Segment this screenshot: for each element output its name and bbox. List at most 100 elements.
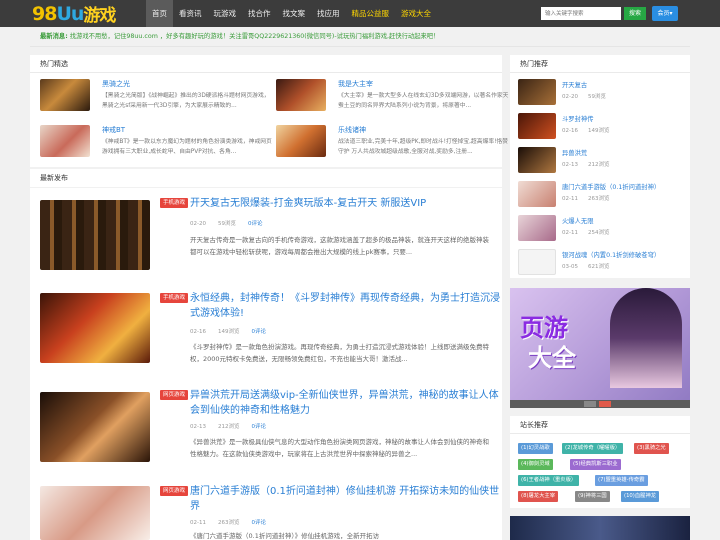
article-date: 02-16 — [190, 329, 206, 335]
rec-item[interactable]: 异兽洪荒 02-13 212浏览 — [518, 147, 688, 177]
article-thumbnail[interactable] — [40, 486, 150, 540]
rec-thumbnail[interactable] — [518, 113, 556, 139]
article-views: 59浏览 — [217, 221, 236, 227]
article-desc: 开天复古传奇是一款复古向的手机传奇游戏，这款游戏涵盖了超多的极品神装，就连开天这… — [190, 236, 489, 256]
article-thumbnail[interactable] — [40, 293, 150, 363]
rec-title[interactable]: 斗罗封神传 — [562, 114, 593, 123]
hot-item[interactable]: 乐线诸神 战法道三职业,完美十年,超级PK,即时战斗!打怪掉宝,超高爆率!恪赞守… — [276, 125, 512, 165]
tag-link[interactable]: (1)幻灵战歌 — [518, 443, 553, 454]
recommended-panel: 热门推荐 开天复古 02-20 59浏览 斗罗封神传 02-16 149浏览 异兽洪… — [510, 55, 690, 278]
game-thumbnail[interactable] — [40, 79, 90, 111]
bottom-promo-banner[interactable] — [510, 516, 690, 540]
article-card[interactable]: 手机游戏 开天复古无限爆装-打金爽玩版本-复古开天 新服送VIP 02-20 59… — [30, 188, 502, 290]
rec-item[interactable]: 唐门六道手游版（0.1折问道封神） 02-11 263浏览 — [518, 181, 688, 211]
article-comments[interactable]: 0评论 — [251, 424, 266, 430]
tag-link[interactable]: (10)血腥神龙 — [621, 491, 660, 502]
hot-item-title[interactable]: 乐线诸神 — [338, 125, 366, 135]
tag-link[interactable]: (9)神将三国 — [575, 491, 610, 502]
rec-meta: 02-16 149浏览 — [562, 126, 619, 134]
nav-item-news[interactable]: 看资讯 — [173, 0, 208, 27]
game-thumbnail[interactable] — [276, 125, 326, 157]
rec-title[interactable]: 唐门六道手游版（0.1折问道封神） — [562, 182, 660, 191]
category-badge[interactable]: 手机游戏 — [160, 293, 189, 303]
recommended-title: 热门推荐 — [510, 55, 690, 73]
hot-item-title[interactable]: 黑骑之光 — [102, 79, 130, 89]
category-badge[interactable]: 手机游戏 — [160, 198, 189, 208]
rec-item[interactable]: 火爆人无限 02-11 254浏览 — [518, 215, 688, 245]
article-thumbnail[interactable] — [40, 200, 150, 270]
banner-line-2: 大全 — [528, 344, 576, 372]
article-card[interactable]: 网页游戏 唐门六道手游版（0.1折问道封神）修仙挂机游 开拓探访未知的仙侠世界 … — [30, 476, 502, 540]
rec-thumbnail[interactable] — [518, 79, 556, 105]
article-title[interactable]: 唐门六道手游版（0.1折问道封神）修仙挂机游 开拓探访未知的仙侠世界 — [190, 484, 500, 514]
tag-link[interactable]: (8)屠龙大主宰 — [518, 491, 558, 502]
game-directory-banner[interactable]: 页游 大全 — [510, 288, 690, 408]
tag-link[interactable]: (3)黑骑之光 — [634, 443, 669, 454]
hot-item-title[interactable]: 我是大主宰 — [338, 79, 373, 89]
tag-link[interactable]: (2)龙城传奇（曜曜版） — [562, 443, 624, 454]
rec-title[interactable]: 开天复古 — [562, 80, 587, 89]
nav-item-welfare-servers[interactable]: 精品公益服 — [346, 0, 396, 27]
article-title[interactable]: 异兽洪荒开局送满级vip-全新仙侠世界，异兽洪荒，神秘的故事让人体会到仙侠的神奇… — [190, 388, 500, 418]
tag-link[interactable]: (6)王者战神（重炎版） — [518, 475, 580, 486]
member-menu-button[interactable]: 会员▾ — [652, 6, 678, 21]
hot-item-title[interactable]: 神戒BT — [102, 125, 125, 135]
ticker-text[interactable]: 找游戏不用愁，记住98uu.com ，好多有趣好玩的游戏！关注雷哥QQ22296… — [70, 33, 440, 40]
nav-item-games[interactable]: 玩游戏 — [208, 0, 243, 27]
hot-item[interactable]: 神戒BT 《神戒BT》是一款以东方魔幻为题材的角色扮演类游戏，神戒网页游戏拥有三… — [40, 125, 276, 165]
rec-meta: 02-11 263浏览 — [562, 194, 619, 202]
article-card[interactable]: 手机游戏 永恒经典，封神传奇！《斗罗封神传》再现传奇经典，为勇士打造沉浸式游戏体… — [30, 283, 502, 385]
rec-thumbnail[interactable] — [518, 215, 556, 241]
site-logo[interactable]: 98 Uu 游戏 — [32, 2, 116, 27]
game-thumbnail[interactable] — [276, 79, 326, 111]
rec-views: 149浏览 — [587, 128, 610, 134]
hot-picks-panel: 热门精选 黑骑之光 【黑骑之光简版】《战神崛起》推出的3D硬派格斗题材网页游戏，… — [30, 55, 508, 167]
article-title[interactable]: 开天复古无限爆装-打金爽玩版本-复古开天 新服送VIP — [190, 196, 500, 211]
article-views: 263浏览 — [217, 520, 240, 526]
article-comments[interactable]: 0评论 — [248, 221, 263, 227]
article-views: 149浏览 — [217, 329, 240, 335]
pager-dot-active[interactable] — [599, 401, 611, 407]
nav-item-game-directory[interactable]: 游戏大全 — [395, 0, 437, 27]
article-comments[interactable]: 0评论 — [251, 520, 266, 526]
tag-link[interactable]: (7)盟重英雄-传奇霸 — [595, 475, 648, 486]
latest-title: 最新发布 — [40, 174, 68, 182]
nav-item-apps[interactable]: 找应用 — [311, 0, 346, 27]
rec-views: 59浏览 — [587, 94, 606, 100]
category-badge[interactable]: 网页游戏 — [160, 486, 189, 496]
rec-date: 02-11 — [562, 196, 578, 202]
nav-item-cooperation[interactable]: 找合作 — [242, 0, 277, 27]
rec-thumbnail[interactable] — [518, 147, 556, 173]
rec-date: 03-05 — [562, 264, 578, 270]
nav-item-copywriting[interactable]: 找文案 — [277, 0, 312, 27]
nav-item-home[interactable]: 首页 — [146, 0, 173, 27]
search-input[interactable] — [541, 7, 621, 20]
game-thumbnail[interactable] — [40, 125, 90, 157]
category-badge[interactable]: 网页游戏 — [160, 390, 189, 400]
tag-link[interactable]: (4)御剑灵域 — [518, 459, 553, 470]
article-card[interactable]: 网页游戏 异兽洪荒开局送满级vip-全新仙侠世界，异兽洪荒，神秘的故事让人体会到… — [30, 380, 502, 482]
article-meta: 02-20 59浏览 0评论 — [190, 219, 274, 227]
webmaster-picks-panel: 站长推荐 (1)幻灵战歌 (2)龙城传奇（曜曜版） (3)黑骑之光 (4)御剑灵… — [510, 416, 690, 508]
hot-item[interactable]: 黑骑之光 【黑骑之光简版】《战神崛起》推出的3D硬派格斗题材网页游戏，黑骑之光s… — [40, 79, 276, 119]
rec-thumbnail[interactable] — [518, 181, 556, 207]
article-title[interactable]: 永恒经典，封神传奇！《斗罗封神传》再现传奇经典，为勇士打造沉浸式游戏体验! — [190, 291, 500, 321]
rec-item[interactable]: 斗罗封神传 02-16 149浏览 — [518, 113, 688, 143]
rec-title[interactable]: 火爆人无限 — [562, 216, 593, 225]
rec-title[interactable]: 银河战魂（内置0.1折剑修破苍穹） — [562, 250, 688, 259]
rec-date: 02-11 — [562, 230, 578, 236]
rec-views: 621浏览 — [587, 264, 610, 270]
article-meta: 02-13 212浏览 0评论 — [190, 422, 278, 430]
rec-item[interactable]: 银河战魂（内置0.1折剑修破苍穹） 03-05 621浏览 — [518, 249, 688, 279]
rec-title[interactable]: 异兽洪荒 — [562, 148, 587, 157]
article-comments[interactable]: 0评论 — [251, 329, 266, 335]
pager-dot[interactable] — [584, 401, 596, 407]
hot-item[interactable]: 我是大主宰 《大主宰》是一款大型多人在线玄幻3D多双端网游，以著名作家天蚕土豆的… — [276, 79, 512, 119]
article-meta: 02-11 263浏览 0评论 — [190, 518, 278, 526]
rec-item[interactable]: 开天复古 02-20 59浏览 — [518, 79, 688, 109]
search-button[interactable]: 搜索 — [624, 7, 646, 20]
tag-link[interactable]: (5)经典凯斯三职业 — [570, 459, 621, 470]
rec-thumbnail[interactable] — [518, 249, 556, 275]
article-thumbnail[interactable] — [40, 392, 150, 462]
rec-date: 02-20 — [562, 94, 578, 100]
